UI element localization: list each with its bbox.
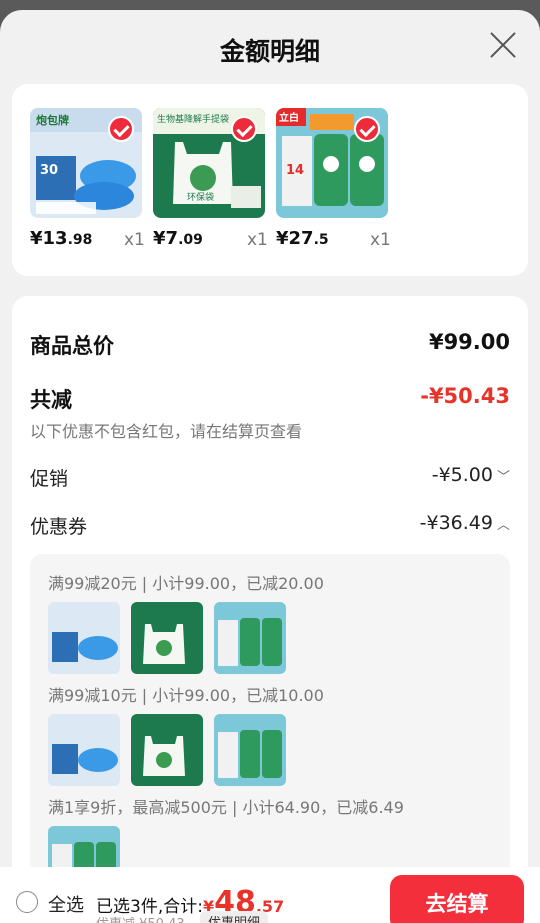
amount-detail-card: 商品总价 ¥99.00 共减 -¥50.43 以下优惠不包含红包，请在结算页查看… — [12, 296, 528, 923]
coupon-row[interactable]: 优惠券 -¥36.49 ︿ — [30, 512, 510, 540]
product-qty: x1 — [247, 230, 268, 250]
coupon-value: -¥36.49 — [419, 512, 493, 534]
mini-trash-bag-image — [48, 714, 120, 786]
checkout-button[interactable]: 去结算 — [390, 875, 524, 923]
total-reduce-row: 共减 -¥50.43 — [30, 384, 510, 414]
close-icon[interactable] — [488, 30, 518, 60]
discount-subtext: 优惠减 ¥50.43 — [96, 913, 185, 923]
total-price-label: 商品总价 — [30, 334, 114, 358]
coupon-value-wrap: -¥36.49 ︿ — [420, 512, 510, 534]
checkout-bar: 全选 已选3件,合计:¥48.57 优惠减 ¥50.43 优惠明细 去结算 — [0, 867, 540, 923]
coupon-products — [48, 714, 297, 786]
product-item[interactable]: 立白 14 ¥27.5 x1 — [276, 108, 391, 254]
select-all-label[interactable]: 全选 — [48, 891, 84, 917]
total-reduce-label: 共减 — [30, 388, 72, 412]
promo-value-wrap: -¥5.00 ﹀ — [432, 464, 510, 486]
selected-check-icon — [354, 116, 380, 142]
coupon-rule: 满99减20元 | 小计99.00，已减20.00 — [48, 574, 324, 593]
product-price: ¥7.09 — [153, 228, 203, 249]
svg-text:环保袋: 环保袋 — [187, 191, 214, 203]
coupon-products — [48, 602, 297, 674]
product-price: ¥27.5 — [276, 228, 329, 249]
mini-detergent-image — [214, 602, 286, 674]
mini-eco-bag-image — [131, 714, 203, 786]
art-label: 生物基降解手提袋 — [157, 113, 229, 125]
mini-detergent-image — [214, 714, 286, 786]
select-all-radio[interactable] — [16, 891, 38, 913]
coupon-rule: 满99减10元 | 小计99.00，已减10.00 — [48, 686, 324, 705]
coupon-rule: 满1享9折，最高减500元 | 小计64.90，已减6.49 — [48, 798, 404, 817]
promo-row[interactable]: 促销 -¥5.00 ﹀ — [30, 464, 510, 492]
mini-trash-bag-image — [48, 602, 120, 674]
coupon-label: 优惠券 — [30, 516, 88, 538]
product-image[interactable]: 生物基降解手提袋 环保袋 — [153, 108, 265, 218]
discount-detail-link[interactable]: 优惠明细 — [200, 911, 269, 923]
total-reduce-value: -¥50.43 — [420, 384, 510, 408]
product-price: ¥13.98 — [30, 228, 93, 249]
total-price-value: ¥99.00 — [428, 330, 510, 354]
product-qty: x1 — [370, 230, 391, 250]
total-price-row: 商品总价 ¥99.00 — [30, 330, 510, 360]
selected-check-icon — [231, 116, 257, 142]
promo-value: -¥5.00 — [431, 464, 493, 486]
reduce-note: 以下优惠不包含红包，请在结算页查看 — [30, 422, 303, 441]
art-label: 立白 — [279, 111, 299, 124]
chevron-up-icon[interactable]: ︿ — [497, 514, 510, 533]
product-item[interactable]: 炮包牌 30 ¥13.98 x1 — [30, 108, 145, 254]
promo-label: 促销 — [30, 468, 69, 490]
art-label: 炮包牌 — [36, 113, 69, 127]
amount-detail-sheet: 金额明细 炮包牌 30 ¥13.98 x1 生物基降解手提袋 环保袋 ¥7.09… — [0, 10, 540, 923]
mini-eco-bag-image — [131, 602, 203, 674]
product-list-card: 炮包牌 30 ¥13.98 x1 生物基降解手提袋 环保袋 ¥7.09 x1 立… — [12, 84, 528, 276]
chevron-down-icon[interactable]: ﹀ — [497, 466, 510, 485]
svg-text:30: 30 — [40, 163, 58, 178]
product-image[interactable]: 立白 14 — [276, 108, 388, 218]
product-item[interactable]: 生物基降解手提袋 环保袋 ¥7.09 x1 — [153, 108, 268, 254]
selected-check-icon — [108, 116, 134, 142]
product-image[interactable]: 炮包牌 30 — [30, 108, 142, 218]
svg-text:14: 14 — [286, 163, 304, 178]
sheet-title: 金额明细 — [219, 37, 320, 66]
product-qty: x1 — [124, 230, 145, 250]
